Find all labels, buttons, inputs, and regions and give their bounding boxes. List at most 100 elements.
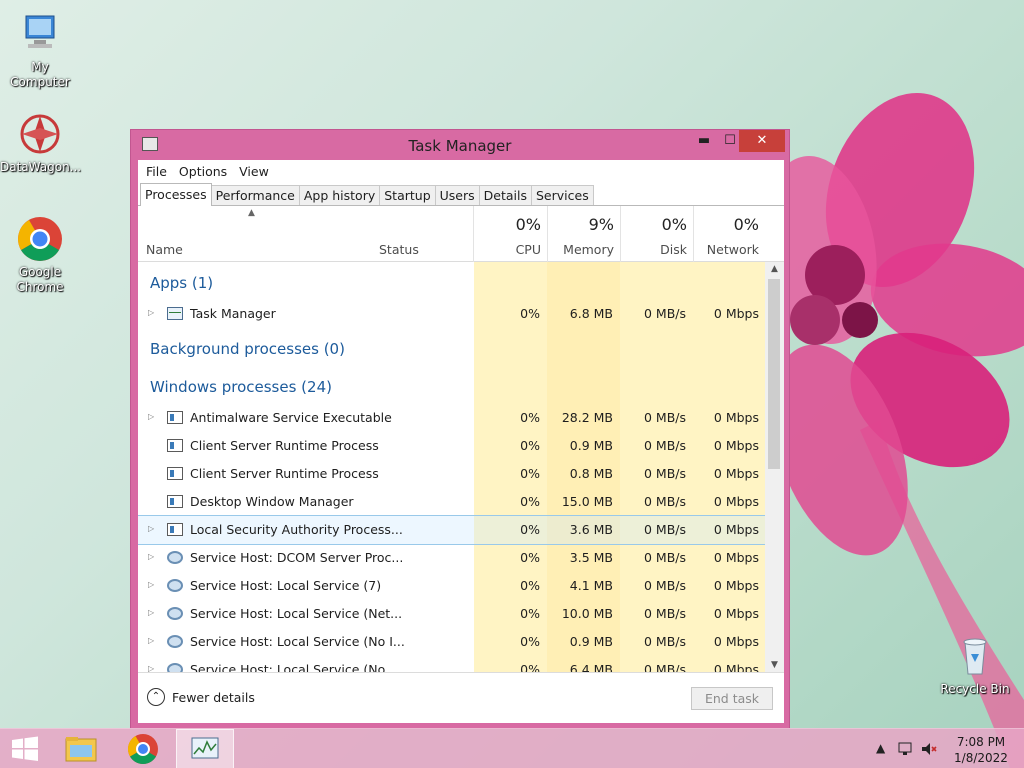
process-cpu: 0% bbox=[520, 550, 540, 565]
process-disk: 0 MB/s bbox=[643, 410, 686, 425]
group-background: Background processes (0) bbox=[150, 340, 345, 358]
desktop-icon-datawagon[interactable]: DataWagon... bbox=[0, 110, 81, 175]
process-memory: 3.5 MB bbox=[569, 550, 613, 565]
process-disk: 0 MB/s bbox=[643, 466, 686, 481]
expand-arrow-icon[interactable]: ▷ bbox=[148, 580, 154, 589]
column-disk[interactable]: 0% Disk bbox=[620, 206, 693, 262]
process-cpu: 0% bbox=[520, 522, 540, 537]
start-icon bbox=[12, 736, 38, 761]
memory-label: Memory bbox=[563, 242, 614, 257]
table-row-selected[interactable]: ▷ Local Security Authority Process... 0%… bbox=[138, 515, 765, 545]
network-label: Network bbox=[706, 242, 759, 257]
column-cpu[interactable]: 0% CPU bbox=[474, 206, 547, 262]
process-name: Service Host: Local Service (No... bbox=[190, 662, 397, 672]
process-memory: 28.2 MB bbox=[561, 410, 613, 425]
desktop-icon-google-chrome[interactable]: Google Chrome bbox=[0, 215, 80, 295]
scroll-down-arrow-icon[interactable]: ▼ bbox=[765, 660, 784, 670]
desktop-icon-my-computer[interactable]: My Computer bbox=[0, 10, 80, 90]
menu-options[interactable]: Options bbox=[173, 164, 233, 179]
network-icon[interactable] bbox=[897, 741, 915, 768]
table-row[interactable]: ▷ Antimalware Service Executable 0% 28.2… bbox=[138, 404, 765, 432]
process-memory: 0.9 MB bbox=[569, 634, 613, 649]
process-network: 0 Mbps bbox=[713, 522, 759, 537]
column-network[interactable]: 0% Network bbox=[693, 206, 765, 262]
table-row[interactable]: ▷ Service Host: Local Service (Net... 0%… bbox=[138, 600, 765, 628]
memory-total: 9% bbox=[588, 215, 614, 234]
tab-startup[interactable]: Startup bbox=[379, 185, 436, 205]
expand-arrow-icon[interactable]: ▷ bbox=[148, 608, 154, 617]
process-window-icon bbox=[167, 467, 183, 480]
tab-app-history[interactable]: App history bbox=[298, 185, 381, 205]
column-name[interactable]: Name bbox=[138, 206, 373, 262]
expand-arrow-icon[interactable]: ▷ bbox=[148, 412, 154, 421]
file-explorer-icon bbox=[65, 737, 97, 762]
desktop-icon-recycle-bin[interactable]: Recycle Bin bbox=[935, 632, 1015, 697]
fewer-details-link[interactable]: Fewer details bbox=[172, 690, 255, 705]
desktop-icon-label: My Computer bbox=[10, 60, 70, 89]
close-button[interactable]: ✕ bbox=[739, 130, 785, 152]
tab-performance[interactable]: Performance bbox=[210, 185, 300, 205]
minimize-button[interactable]: ▬ bbox=[691, 130, 717, 152]
end-task-button[interactable]: End task bbox=[691, 687, 773, 710]
service-gear-icon bbox=[167, 551, 183, 564]
process-network: 0 Mbps bbox=[713, 578, 759, 593]
process-disk: 0 MB/s bbox=[643, 634, 686, 649]
menu-view[interactable]: View bbox=[233, 164, 275, 179]
expand-arrow-icon[interactable]: ▷ bbox=[148, 636, 154, 645]
table-row[interactable]: Client Server Runtime Process 0% 0.8 MB … bbox=[138, 460, 765, 488]
datawagon-icon bbox=[16, 110, 64, 158]
footer-bar: ⌃ Fewer details End task bbox=[138, 672, 784, 723]
tab-details[interactable]: Details bbox=[478, 185, 532, 205]
expand-arrow-icon[interactable]: ▷ bbox=[148, 664, 154, 672]
show-hidden-icons-arrow-icon[interactable]: ▲ bbox=[876, 741, 885, 768]
task-manager-process-icon bbox=[167, 307, 183, 320]
column-memory[interactable]: 9% Memory bbox=[547, 206, 620, 262]
process-network: 0 Mbps bbox=[713, 410, 759, 425]
process-network: 0 Mbps bbox=[713, 606, 759, 621]
speaker-muted-icon[interactable] bbox=[920, 741, 938, 768]
process-list: Apps (1) ▷ Task Manager 0% 6.8 MB 0 MB/s… bbox=[138, 262, 765, 672]
table-row[interactable]: ▷ Service Host: DCOM Server Proc... 0% 3… bbox=[138, 544, 765, 572]
process-network: 0 Mbps bbox=[713, 550, 759, 565]
taskbar-file-explorer[interactable] bbox=[52, 729, 110, 768]
process-name: Service Host: DCOM Server Proc... bbox=[190, 550, 404, 565]
taskbar: ▲ 7:08 PM 1/8/2022 bbox=[0, 728, 1024, 768]
table-row[interactable]: Desktop Window Manager 0% 15.0 MB 0 MB/s… bbox=[138, 488, 765, 516]
process-disk: 0 MB/s bbox=[643, 494, 686, 509]
column-status[interactable]: Status bbox=[371, 206, 474, 262]
table-row[interactable]: ▷ Service Host: Local Service (No I... 0… bbox=[138, 628, 765, 656]
title-bar[interactable]: Task Manager ▬ ☐ ✕ bbox=[131, 130, 789, 160]
process-memory: 6.8 MB bbox=[569, 306, 613, 321]
scroll-up-arrow-icon[interactable]: ▲ bbox=[765, 264, 784, 274]
menu-file[interactable]: File bbox=[140, 164, 173, 179]
tab-services[interactable]: Services bbox=[531, 185, 594, 205]
table-row[interactable]: Client Server Runtime Process 0% 0.9 MB … bbox=[138, 432, 765, 460]
process-window-icon bbox=[167, 439, 183, 452]
start-button[interactable] bbox=[0, 729, 50, 768]
process-memory: 4.1 MB bbox=[569, 578, 613, 593]
process-network: 0 Mbps bbox=[713, 662, 759, 672]
clock-date: 1/8/2022 bbox=[954, 751, 1008, 765]
scrollbar-thumb[interactable] bbox=[768, 279, 780, 469]
table-row[interactable]: ▷ Service Host: Local Service (7) 0% 4.1… bbox=[138, 572, 765, 600]
window-client-area: File Options View Processes Performance … bbox=[138, 160, 784, 723]
taskbar-clock[interactable]: 7:08 PM 1/8/2022 bbox=[946, 734, 1016, 766]
process-cpu: 0% bbox=[520, 410, 540, 425]
taskbar-chrome[interactable] bbox=[114, 729, 172, 768]
tab-processes[interactable]: Processes bbox=[140, 183, 212, 206]
expand-arrow-icon[interactable]: ▷ bbox=[148, 308, 154, 317]
table-row[interactable]: ▷ Task Manager 0% 6.8 MB 0 MB/s 0 Mbps bbox=[138, 300, 765, 328]
expand-arrow-icon[interactable]: ▷ bbox=[148, 524, 154, 533]
process-memory: 0.9 MB bbox=[569, 438, 613, 453]
process-disk: 0 MB/s bbox=[643, 606, 686, 621]
process-network: 0 Mbps bbox=[713, 438, 759, 453]
expand-arrow-icon[interactable]: ▷ bbox=[148, 552, 154, 561]
table-row[interactable]: ▷ Service Host: Local Service (No... 0% … bbox=[138, 656, 765, 672]
taskbar-task-manager[interactable] bbox=[176, 729, 234, 768]
tab-users[interactable]: Users bbox=[434, 185, 480, 205]
chrome-icon bbox=[127, 734, 158, 765]
chevron-up-circle-icon[interactable]: ⌃ bbox=[147, 688, 165, 706]
vertical-scrollbar[interactable]: ▲ ▼ bbox=[765, 262, 784, 672]
column-name-label: Name bbox=[146, 242, 183, 257]
process-disk: 0 MB/s bbox=[643, 438, 686, 453]
